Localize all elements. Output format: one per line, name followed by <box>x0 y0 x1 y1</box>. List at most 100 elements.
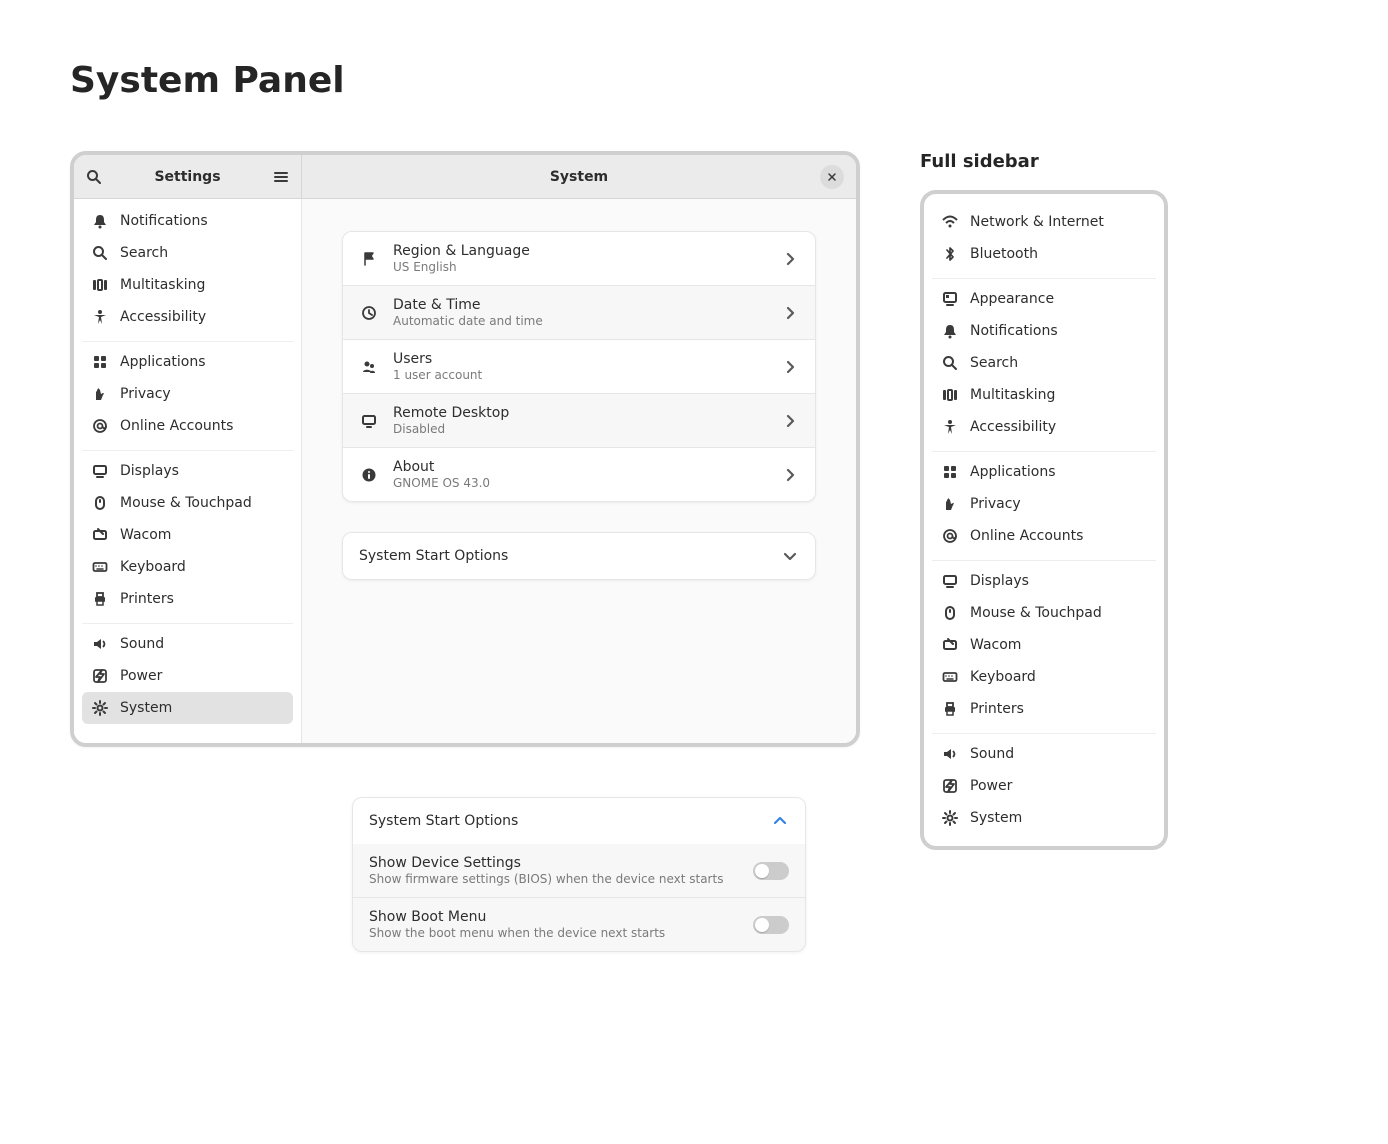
fs-item-power[interactable]: Power <box>932 770 1156 802</box>
apps-icon <box>942 464 958 480</box>
fs-item-mouse-touchpad[interactable]: Mouse & Touchpad <box>932 597 1156 629</box>
search-icon <box>942 355 958 371</box>
fs-item-notifications[interactable]: Notifications <box>932 315 1156 347</box>
system-row-remote-desktop[interactable]: Remote Desktop Disabled <box>343 393 815 447</box>
fs-item-label: Displays <box>970 573 1029 589</box>
fs-item-network-internet[interactable]: Network & Internet <box>932 206 1156 238</box>
fs-item-printers[interactable]: Printers <box>932 693 1156 725</box>
sidebar: AppearanceNotificationsSearchMultitaskin… <box>74 199 302 743</box>
window-header: Settings System <box>74 155 856 199</box>
hand-icon <box>942 496 958 512</box>
bluetooth-icon <box>942 246 958 262</box>
sidebar-item-displays[interactable]: Displays <box>82 455 293 487</box>
chevron-down-icon <box>781 547 799 565</box>
chevron-right-icon <box>781 304 799 322</box>
remote-icon <box>359 411 379 431</box>
power-icon <box>942 778 958 794</box>
appearance-icon <box>942 291 958 307</box>
sidebar-item-multitasking[interactable]: Multitasking <box>82 269 293 301</box>
at-icon <box>92 418 108 434</box>
system-rows-group: Region & Language US English Date & Time… <box>342 231 816 502</box>
full-sidebar-heading: Full sidebar <box>920 151 1168 172</box>
sidebar-item-wacom[interactable]: Wacom <box>82 519 293 551</box>
fs-item-label: System <box>970 810 1022 826</box>
fs-item-search[interactable]: Search <box>932 347 1156 379</box>
sidebar-item-label: Notifications <box>120 213 208 229</box>
fs-item-label: Printers <box>970 701 1024 717</box>
close-button[interactable] <box>820 165 844 189</box>
sidebar-item-label: System <box>120 700 172 716</box>
sidebar-item-label: Online Accounts <box>120 418 233 434</box>
sidebar-item-label: Privacy <box>120 386 171 402</box>
hand-icon <box>92 386 108 402</box>
sidebar-item-search[interactable]: Search <box>82 237 293 269</box>
fs-item-accessibility[interactable]: Accessibility <box>932 411 1156 443</box>
sidebar-item-sound[interactable]: Sound <box>82 628 293 660</box>
sidebar-item-online-accounts[interactable]: Online Accounts <box>82 410 293 442</box>
sidebar-item-applications[interactable]: Applications <box>82 346 293 378</box>
wacom-icon <box>92 527 108 543</box>
row-title: Show Device Settings <box>369 855 753 871</box>
toggle-switch[interactable] <box>753 916 789 934</box>
system-row-about[interactable]: About GNOME OS 43.0 <box>343 447 815 501</box>
fs-item-online-accounts[interactable]: Online Accounts <box>932 520 1156 552</box>
fs-item-keyboard[interactable]: Keyboard <box>932 661 1156 693</box>
fs-item-label: Network & Internet <box>970 214 1104 230</box>
sidebar-item-notifications[interactable]: Notifications <box>82 205 293 237</box>
sidebar-item-mouse-touchpad[interactable]: Mouse & Touchpad <box>82 487 293 519</box>
sidebar-item-printers[interactable]: Printers <box>82 583 293 615</box>
start-options-expanded: System Start Options Show Device Setting… <box>352 797 806 952</box>
page-title: System Panel <box>70 60 1318 101</box>
fs-item-label: Notifications <box>970 323 1058 339</box>
fs-item-applications[interactable]: Applications <box>932 456 1156 488</box>
fs-item-privacy[interactable]: Privacy <box>932 488 1156 520</box>
row-subtitle: US English <box>393 260 781 274</box>
start-options-title-open: System Start Options <box>369 813 771 829</box>
sidebar-item-system[interactable]: System <box>82 692 293 724</box>
keyboard-icon <box>92 559 108 575</box>
system-row-region-language[interactable]: Region & Language US English <box>343 232 815 285</box>
display-icon <box>92 463 108 479</box>
sidebar-item-keyboard[interactable]: Keyboard <box>82 551 293 583</box>
fs-item-system[interactable]: System <box>932 802 1156 834</box>
fs-item-multitasking[interactable]: Multitasking <box>932 379 1156 411</box>
sidebar-item-label: Accessibility <box>120 309 206 325</box>
menu-button[interactable] <box>261 155 301 199</box>
fs-item-displays[interactable]: Displays <box>932 565 1156 597</box>
fs-item-label: Power <box>970 778 1012 794</box>
fs-item-label: Accessibility <box>970 419 1056 435</box>
chevron-right-icon <box>781 250 799 268</box>
row-title: Date & Time <box>393 297 781 313</box>
fs-item-label: Sound <box>970 746 1014 762</box>
start-options-expander-open[interactable]: System Start Options <box>353 798 805 844</box>
row-title: Show Boot Menu <box>369 909 753 925</box>
system-row-users[interactable]: Users 1 user account <box>343 339 815 393</box>
row-title: About <box>393 459 781 475</box>
power-icon <box>92 668 108 684</box>
row-subtitle: 1 user account <box>393 368 781 382</box>
fs-item-appearance[interactable]: Appearance <box>932 283 1156 315</box>
wifi-icon <box>942 214 958 230</box>
fs-item-wacom[interactable]: Wacom <box>932 629 1156 661</box>
fs-item-label: Applications <box>970 464 1056 480</box>
sidebar-item-accessibility[interactable]: Accessibility <box>82 301 293 333</box>
sidebar-item-privacy[interactable]: Privacy <box>82 378 293 410</box>
sidebar-item-label: Keyboard <box>120 559 186 575</box>
fs-item-label: Privacy <box>970 496 1021 512</box>
start-options-expander[interactable]: System Start Options <box>343 533 815 579</box>
row-title: Region & Language <box>393 243 781 259</box>
wacom-icon <box>942 637 958 653</box>
fs-item-label: Search <box>970 355 1018 371</box>
system-row-date-time[interactable]: Date & Time Automatic date and time <box>343 285 815 339</box>
chevron-right-icon <box>781 412 799 430</box>
sound-icon <box>942 746 958 762</box>
toggle-switch[interactable] <box>753 862 789 880</box>
fs-item-bluetooth[interactable]: Bluetooth <box>932 238 1156 270</box>
search-icon <box>86 169 102 185</box>
gear-icon <box>92 700 108 716</box>
fs-item-sound[interactable]: Sound <box>932 738 1156 770</box>
apps-icon <box>92 354 108 370</box>
gear-icon <box>942 810 958 826</box>
sidebar-item-power[interactable]: Power <box>82 660 293 692</box>
search-button[interactable] <box>74 155 114 199</box>
